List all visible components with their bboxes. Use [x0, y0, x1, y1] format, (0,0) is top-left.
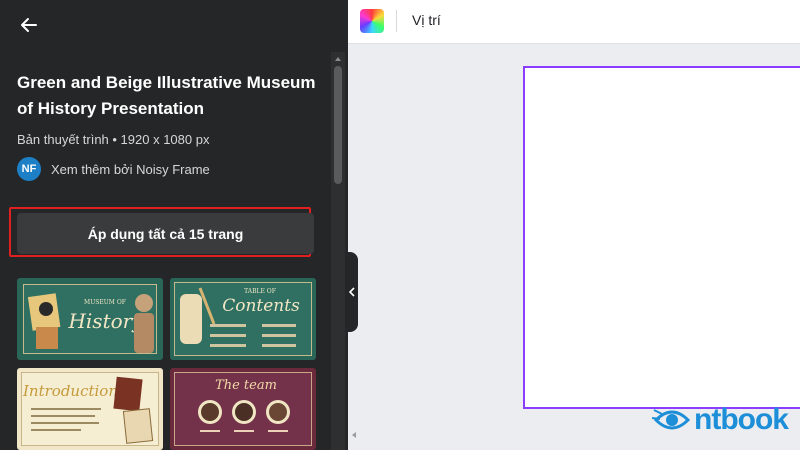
author-link-label: Xem thêm bởi Noisy Frame	[51, 161, 210, 177]
thumbnail-4-line2: The team	[215, 378, 277, 393]
collapse-panel-handle[interactable]	[346, 252, 358, 332]
back-button[interactable]	[16, 12, 42, 38]
photo-frames-icon	[113, 376, 154, 444]
page-thumbnail-2[interactable]: TABLE OF Contents	[170, 278, 316, 360]
team-avatars-icon	[198, 400, 290, 432]
author-link[interactable]: NF Xem thêm bởi Noisy Frame	[17, 157, 210, 181]
eye-logo-icon	[652, 409, 691, 430]
statue-illustration-icon	[134, 294, 154, 353]
watermark-logo: ntbook	[652, 402, 789, 438]
toolbar-divider	[396, 10, 397, 32]
design-canvas-page[interactable]	[523, 66, 800, 409]
thumbnail-2-line2: Contents	[222, 296, 300, 316]
template-details-panel: Green and Beige Illustrative Museum of H…	[0, 0, 348, 450]
chevron-left-icon	[349, 287, 355, 297]
thumbnail-3-line2: Introduction	[23, 382, 118, 400]
scroll-up-arrow-icon[interactable]	[335, 57, 341, 61]
avatar: NF	[17, 157, 41, 181]
apply-all-pages-button[interactable]: Áp dụng tất cả 15 trang	[17, 213, 314, 254]
page-thumbnail-1[interactable]: MUSEUM OF History	[17, 278, 163, 360]
template-meta: Bản thuyết trình • 1920 x 1080 px	[17, 132, 210, 147]
thumbnail-2-line1: TABLE OF	[244, 288, 276, 295]
scroll-left-arrow-icon[interactable]	[352, 432, 356, 438]
portrait-illustration-icon	[28, 293, 61, 349]
panel-scroll-thumb[interactable]	[334, 66, 342, 184]
watermark-text: ntbook	[694, 403, 789, 436]
contents-list-lines	[210, 324, 296, 347]
editor-toolbar: Vị trí	[348, 0, 800, 44]
position-button[interactable]: Vị trí	[412, 12, 441, 28]
page-thumbnail-4[interactable]: The team	[170, 368, 316, 450]
color-picker-button[interactable]	[360, 9, 384, 33]
intro-text-lines	[31, 408, 101, 431]
template-title: Green and Beige Illustrative Museum of H…	[17, 73, 316, 118]
arrow-left-icon	[21, 18, 37, 32]
page-thumbnail-3[interactable]: Introduction	[17, 368, 163, 450]
